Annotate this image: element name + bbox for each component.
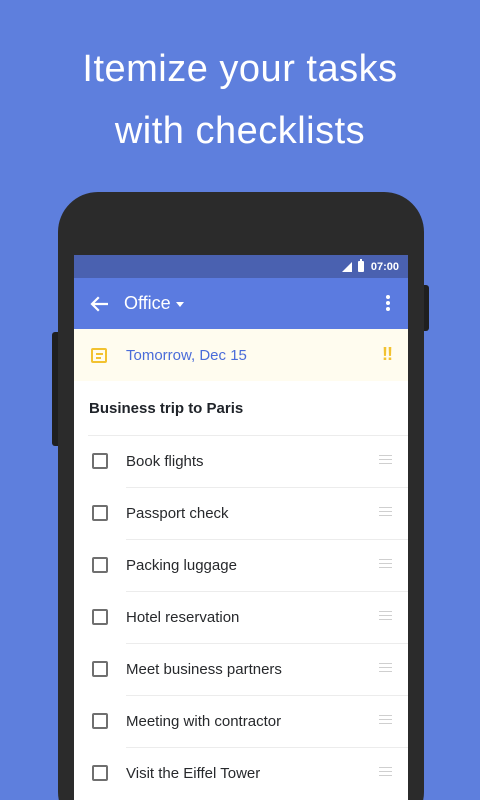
drag-handle-icon[interactable] <box>379 507 392 516</box>
checkbox[interactable] <box>92 713 108 729</box>
checklist-item-label: Passport check <box>126 504 229 522</box>
list-selector-dropdown[interactable]: Office <box>124 293 184 314</box>
promo-headline: Itemize your tasks with checklists <box>0 38 480 162</box>
checklist: Book flights Passport check Packing lugg… <box>74 435 408 799</box>
dropdown-caret-icon <box>175 302 184 307</box>
checkbox[interactable] <box>92 453 108 469</box>
due-date-text: Tomorrow, Dec 15 <box>126 346 247 364</box>
checklist-item[interactable]: Passport check <box>74 487 408 539</box>
drag-handle-icon[interactable] <box>379 715 392 724</box>
due-date-row[interactable]: Tomorrow, Dec 15 !! <box>74 329 408 381</box>
checklist-item-label: Meeting with contractor <box>126 712 282 730</box>
status-bar: 07:00 <box>74 255 408 278</box>
signal-icon <box>341 261 352 272</box>
checklist-item-label: Book flights <box>126 452 204 470</box>
drag-handle-icon[interactable] <box>379 611 392 620</box>
checkbox[interactable] <box>92 609 108 625</box>
checklist-item[interactable]: Meeting with contractor <box>74 695 408 747</box>
back-arrow-icon <box>90 295 108 312</box>
drag-handle-icon[interactable] <box>379 559 392 568</box>
more-vert-icon-dot <box>386 307 390 311</box>
more-options-button[interactable] <box>382 292 394 314</box>
checklist-item[interactable]: Visit the Eiffel Tower <box>74 747 408 799</box>
more-vert-icon-dot <box>386 301 390 305</box>
checkbox[interactable] <box>92 765 108 781</box>
note-icon <box>91 347 107 363</box>
checkbox[interactable] <box>92 557 108 573</box>
checklist-item-label: Visit the Eiffel Tower <box>126 764 261 782</box>
app-bar: Office <box>74 278 408 329</box>
task-title[interactable]: Business trip to Paris <box>74 381 408 435</box>
checklist-item-label: Hotel reservation <box>126 608 240 626</box>
checklist-item[interactable]: Hotel reservation <box>74 591 408 643</box>
priority-icon[interactable]: !! <box>382 344 393 365</box>
back-button[interactable] <box>74 278 124 329</box>
checklist-item-label: Meet business partners <box>126 660 282 678</box>
phone-screen: 07:00 Office Tomorrow, Dec 15 !! Busines… <box>74 255 408 800</box>
checklist-item[interactable]: Meet business partners <box>74 643 408 695</box>
battery-icon <box>357 259 364 272</box>
checkbox[interactable] <box>92 661 108 677</box>
status-time: 07:00 <box>370 260 399 273</box>
checklist-item[interactable]: Packing luggage <box>74 539 408 591</box>
drag-handle-icon[interactable] <box>379 663 392 672</box>
checklist-item-label: Packing luggage <box>126 556 237 574</box>
checkbox[interactable] <box>92 505 108 521</box>
headline-line-2: with checklists <box>114 110 366 152</box>
headline-line-1: Itemize your tasks <box>82 48 398 90</box>
drag-handle-icon[interactable] <box>379 455 392 464</box>
more-vert-icon <box>386 295 390 299</box>
list-title: Office <box>124 293 171 313</box>
checklist-item[interactable]: Book flights <box>74 435 408 487</box>
drag-handle-icon[interactable] <box>379 767 392 776</box>
